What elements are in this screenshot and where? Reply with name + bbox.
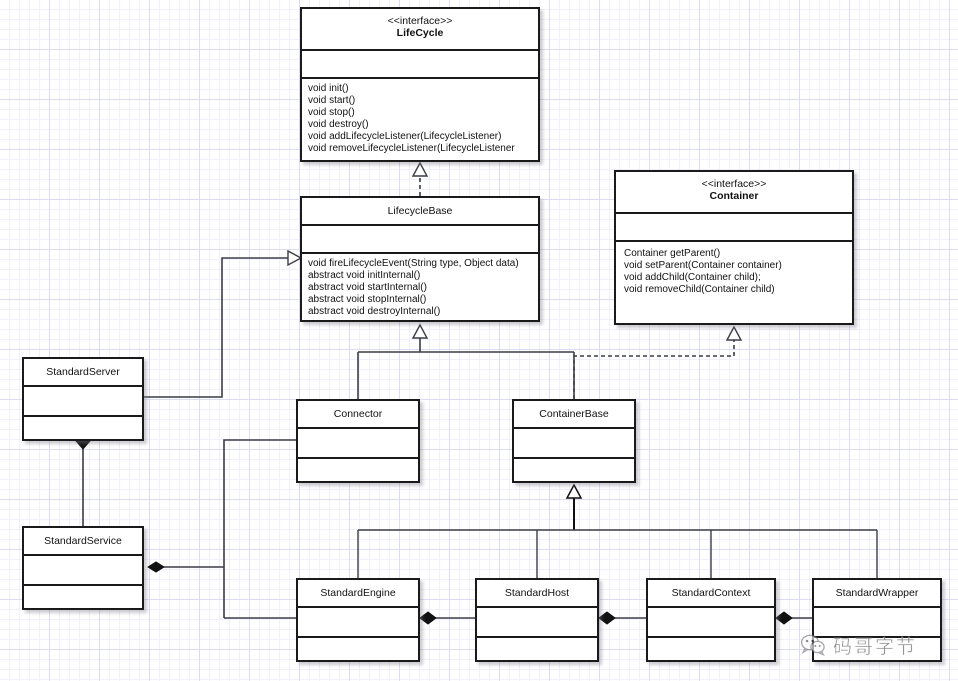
class-name-label: Connector — [333, 408, 383, 420]
class-attributes-compartment — [302, 51, 538, 79]
class-name-label: ContainerBase — [539, 408, 609, 420]
edge-lifecyclebase-implements-lifecycle — [411, 161, 429, 196]
class-header-lifecyclebase: LifecycleBase — [302, 198, 538, 226]
class-header-containerbase: ContainerBase — [514, 401, 634, 429]
class-operations-compartment — [477, 638, 597, 668]
operation-item: Container getParent() — [624, 248, 721, 259]
class-attributes-compartment — [24, 387, 142, 417]
operation-item: void addChild(Container child); — [624, 272, 761, 283]
operation-item: void removeChild(Container child) — [624, 284, 775, 295]
class-attributes-compartment — [814, 608, 940, 638]
diagram-canvas: StandardEngine (composition) --> Standar… — [0, 0, 958, 681]
class-name-label: StandardEngine — [320, 587, 396, 599]
operation-item: void addLifecycleListener(LifecycleListe… — [308, 131, 502, 142]
edge-standardservice-composes-standardengine — [147, 561, 296, 619]
class-operations-compartment — [814, 638, 940, 668]
operation-item: abstract void destroyInternal() — [308, 306, 441, 317]
class-name-label: StandardHost — [504, 587, 570, 599]
edge-generalization-bus-lifecyclebase — [357, 323, 575, 399]
class-attributes-compartment — [477, 608, 597, 638]
class-name-label: LifecycleBase — [387, 205, 453, 217]
class-header-standardhost: StandardHost — [477, 580, 597, 608]
class-box-lifecycle[interactable]: <<interface>> LifeCycle void init() void… — [300, 7, 540, 162]
edge-standardhost-composes-standardcontext — [598, 611, 646, 625]
class-operations-compartment — [514, 459, 634, 489]
class-operations-compartment — [648, 638, 774, 668]
class-operations-compartment: void fireLifecycleEvent(String type, Obj… — [302, 254, 538, 322]
class-header-standardwrapper: StandardWrapper — [814, 580, 940, 608]
edge-connector-left-trunk — [223, 439, 296, 618]
class-header-container: <<interface>> Container — [616, 172, 852, 214]
class-header-standardservice: StandardService — [24, 528, 142, 556]
class-name-label: StandardWrapper — [835, 587, 919, 599]
class-name-label: LifeCycle — [396, 27, 444, 40]
operation-item: void init() — [308, 83, 349, 94]
class-box-standardhost[interactable]: StandardHost — [475, 578, 599, 662]
class-box-containerbase[interactable]: ContainerBase — [512, 399, 636, 483]
class-box-standardwrapper[interactable]: StandardWrapper — [812, 578, 942, 662]
class-attributes-compartment — [302, 226, 538, 254]
stereotype-label: <<interface>> — [701, 178, 767, 190]
class-name-label: Container — [709, 190, 759, 203]
class-attributes-compartment — [648, 608, 774, 638]
class-name-label: StandardServer — [46, 366, 120, 378]
class-box-lifecyclebase[interactable]: LifecycleBase void fireLifecycleEvent(St… — [300, 196, 540, 322]
operation-item: abstract void startInternal() — [308, 282, 427, 293]
operation-item: void destroy() — [308, 119, 369, 130]
class-header-connector: Connector — [298, 401, 418, 429]
edge-containers-extend-containerbase — [357, 483, 878, 578]
class-operations-compartment — [298, 459, 418, 489]
operation-item: abstract void stopInternal() — [308, 294, 427, 305]
class-attributes-compartment — [514, 429, 634, 459]
class-name-label: StandardContext — [671, 587, 751, 599]
class-box-standardcontext[interactable]: StandardContext — [646, 578, 776, 662]
class-box-standardservice[interactable]: StandardService — [22, 526, 144, 610]
class-box-connector[interactable]: Connector — [296, 399, 420, 483]
edge-standardengine-composes-standardhost — [419, 611, 475, 625]
class-attributes-compartment — [298, 429, 418, 459]
class-attributes-compartment — [298, 608, 418, 638]
class-header-standardengine: StandardEngine — [298, 580, 418, 608]
class-operations-compartment — [24, 417, 142, 447]
operation-item: void stop() — [308, 107, 355, 118]
class-header-standardserver: StandardServer — [24, 359, 142, 387]
class-operations-compartment: Container getParent() void setParent(Con… — [616, 242, 852, 300]
class-operations-compartment — [298, 638, 418, 668]
operation-item: void fireLifecycleEvent(String type, Obj… — [308, 258, 519, 269]
stereotype-label: <<interface>> — [387, 15, 453, 27]
class-attributes-compartment — [24, 556, 142, 586]
class-attributes-compartment — [616, 214, 852, 242]
class-operations-compartment — [24, 586, 142, 616]
class-box-standardengine[interactable]: StandardEngine — [296, 578, 420, 662]
class-header-lifecycle: <<interface>> LifeCycle — [302, 9, 538, 51]
class-header-standardcontext: StandardContext — [648, 580, 774, 608]
edge-standardserver-extends-lifecyclebase — [144, 249, 303, 398]
operation-item: void removeLifecycleListener(LifecycleLi… — [308, 143, 515, 154]
class-box-standardserver[interactable]: StandardServer — [22, 357, 144, 441]
class-name-label: StandardService — [44, 535, 122, 547]
edge-containerbase-implements-container — [573, 325, 743, 399]
edge-standardcontext-composes-standardwrapper — [775, 611, 812, 625]
class-operations-compartment: void init() void start() void stop() voi… — [302, 79, 538, 159]
operation-item: void start() — [308, 95, 356, 106]
class-box-container[interactable]: <<interface>> Container Container getPar… — [614, 170, 854, 325]
operation-item: abstract void initInternal() — [308, 270, 421, 281]
operation-item: void setParent(Container container) — [624, 260, 782, 271]
